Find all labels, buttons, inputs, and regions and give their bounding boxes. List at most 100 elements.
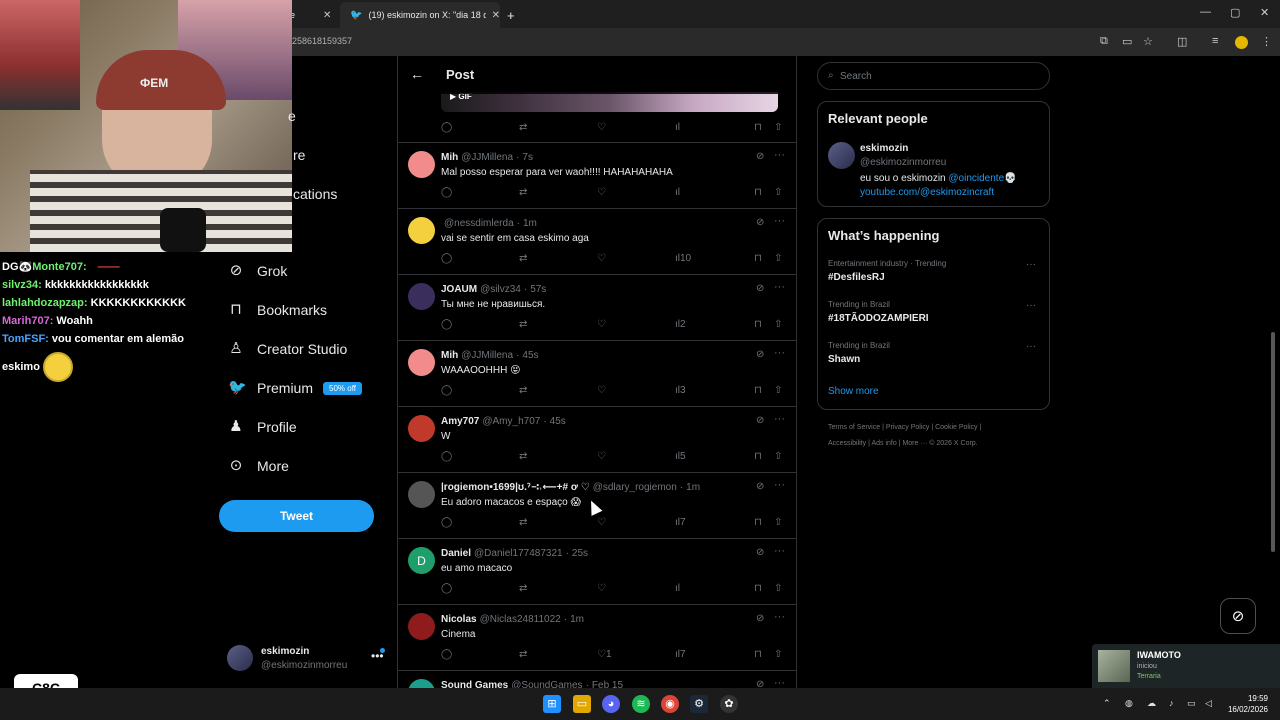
tray-app-icon[interactable]: ◍ xyxy=(1125,698,1133,709)
reply-tweet[interactable]: D Daniel @Daniel177487321 · 25s eu amo macaco… xyxy=(398,539,796,605)
reply-time[interactable]: 45s xyxy=(522,350,538,361)
bio-youtube-link[interactable]: youtube.com/@eskimozincraft xyxy=(860,187,994,198)
reply-handle[interactable]: @SoundGames xyxy=(511,680,582,688)
tray-chevron-icon[interactable]: ⌃ xyxy=(1103,698,1111,709)
footer-links[interactable]: Terms of Service | Privacy Policy | Cook… xyxy=(828,424,981,431)
reply-author[interactable]: |rogiemon•1699|ʊ.ˀ∹˒⟵+# ơ ♡ xyxy=(441,482,590,493)
share-icon[interactable]: ⇧ xyxy=(774,583,782,594)
views-icon[interactable]: ıl 2 xyxy=(675,319,686,330)
more-options-icon[interactable]: ··· xyxy=(774,347,785,359)
retweet-icon[interactable]: ⇄ xyxy=(519,253,527,264)
views-icon[interactable]: ıl 7 xyxy=(675,649,686,660)
reply-icon[interactable]: ◯ xyxy=(441,649,452,660)
reply-tweet[interactable]: JOAUM @silvz34 · 57s Ты мне не нравишься. ⊘ ··… xyxy=(398,275,796,341)
like-icon[interactable]: ♡ xyxy=(597,517,606,528)
like-icon[interactable]: ♡ 1 xyxy=(597,649,612,660)
reply-icon[interactable]: ◯ xyxy=(441,583,452,594)
grok-float-button[interactable]: ⊘ xyxy=(1220,598,1256,634)
app-icon[interactable]: ✿ xyxy=(720,695,738,713)
reply-handle[interactable]: @JJMillena xyxy=(461,350,513,361)
grok-explain-icon[interactable]: ⊘ xyxy=(756,481,764,492)
grok-explain-icon[interactable]: ⊘ xyxy=(756,613,764,624)
like-icon[interactable]: ♡ xyxy=(597,451,606,462)
grok-explain-icon[interactable]: ⊘ xyxy=(756,349,764,360)
nav-item-bookmarks[interactable]: ⊓ Bookmarks xyxy=(228,299,327,321)
reply-handle[interactable]: @nessdimlerda xyxy=(444,218,514,229)
bookmark-icon[interactable]: ⊓ xyxy=(754,319,762,330)
retweet-icon[interactable]: ⇄ xyxy=(519,649,527,660)
volume-icon[interactable]: ◁ xyxy=(1205,698,1212,709)
reply-time[interactable]: 1m xyxy=(686,482,700,493)
search-input[interactable] xyxy=(840,67,1040,85)
microphone-icon[interactable]: ♪ xyxy=(1169,698,1174,708)
person-name[interactable]: eskimozin xyxy=(860,143,908,154)
reply-author[interactable]: Mih xyxy=(441,152,458,163)
retweet-icon[interactable]: ⇄ xyxy=(519,583,527,594)
nav-item-premium[interactable]: 🐦 Premium 50% off xyxy=(228,377,362,399)
like-icon[interactable]: ♡ xyxy=(597,583,606,594)
more-options-icon[interactable]: ··· xyxy=(774,677,785,688)
views-icon[interactable]: ıl 10 xyxy=(675,253,691,264)
account-switcher[interactable]: eskimozin @eskimozinmorreu ••• xyxy=(227,645,387,675)
avatar[interactable] xyxy=(408,613,435,640)
share-icon[interactable]: ⇧ xyxy=(774,517,782,528)
reply-icon[interactable]: ◯ xyxy=(441,187,452,198)
minimize-icon[interactable]: — xyxy=(1200,6,1211,18)
nav-item-home-cut[interactable]: e xyxy=(288,108,296,124)
discord-icon[interactable]: ◕ xyxy=(602,695,620,713)
share-icon[interactable]: ⇧ xyxy=(774,451,782,462)
search-box[interactable]: ⌕ xyxy=(817,62,1050,90)
views-icon[interactable]: ıl xyxy=(675,583,680,594)
reply-icon[interactable]: ◯ xyxy=(441,122,452,133)
like-icon[interactable]: ♡ xyxy=(597,253,606,264)
more-options-icon[interactable]: ··· xyxy=(774,545,785,557)
nav-item-grok[interactable]: ⊘ Grok xyxy=(228,260,288,282)
avatar[interactable] xyxy=(408,481,435,508)
views-icon[interactable]: ıl 5 xyxy=(675,451,686,462)
bookmark-icon[interactable]: ⊓ xyxy=(754,451,762,462)
share-icon[interactable]: ⇧ xyxy=(774,649,782,660)
grok-explain-icon[interactable]: ⊘ xyxy=(756,679,764,688)
reply-author[interactable]: Daniel xyxy=(441,548,471,559)
tweet-button[interactable]: Tweet xyxy=(219,500,374,532)
cast-icon[interactable]: ▭ xyxy=(1122,35,1132,48)
reply-author[interactable]: Nicolas xyxy=(441,614,477,625)
reply-tweet[interactable]: Mih @JJMillena · 45s WAAAOOHHH 😝 ⊘ ··· ◯ ⇄ ♡ ıl 3… xyxy=(398,341,796,407)
retweet-icon[interactable]: ⇄ xyxy=(519,187,527,198)
maximize-icon[interactable]: ▢ xyxy=(1230,6,1240,19)
grok-explain-icon[interactable]: ⊘ xyxy=(756,547,764,558)
reply-tweet[interactable]: @nessdimlerda · 1m vai se sentir em casa es… xyxy=(398,209,796,275)
reply-icon[interactable]: ◯ xyxy=(441,253,452,264)
footer-links[interactable]: Accessibility | Ads info | More ··· © 20… xyxy=(828,440,978,447)
browser-tab[interactable]: e ✕ xyxy=(290,2,331,28)
nav-item-creator-studio[interactable]: ♙ Creator Studio xyxy=(228,338,347,360)
more-options-icon[interactable]: ··· xyxy=(774,611,785,623)
share-icon[interactable]: ⇧ xyxy=(774,122,782,133)
url-text[interactable]: 258618159357 xyxy=(292,36,352,46)
reply-handle[interactable]: @Daniel177487321 xyxy=(474,548,563,559)
retweet-icon[interactable]: ⇄ xyxy=(519,122,527,133)
share-icon[interactable]: ⇧ xyxy=(774,385,782,396)
reply-time[interactable]: 45s xyxy=(550,416,566,427)
reply-handle[interactable]: @Amy_h707 xyxy=(482,416,540,427)
reply-time[interactable]: 1m xyxy=(570,614,584,625)
like-icon[interactable]: ♡ xyxy=(597,187,606,198)
more-options-icon[interactable]: ··· xyxy=(774,479,785,491)
reply-handle[interactable]: @Niclas24811022 xyxy=(480,614,561,625)
reply-icon[interactable]: ◯ xyxy=(441,517,452,528)
reply-time[interactable]: 1m xyxy=(523,218,537,229)
scrollbar-thumb[interactable] xyxy=(1271,332,1275,552)
reply-time[interactable]: 57s xyxy=(530,284,546,295)
bookmark-icon[interactable]: ⊓ xyxy=(754,122,762,133)
back-arrow-icon[interactable]: ← xyxy=(410,66,424,82)
steam-notification[interactable]: IWAMOTO iniciou Terraria xyxy=(1092,644,1280,688)
views-icon[interactable]: ıl xyxy=(675,187,680,198)
retweet-icon[interactable]: ⇄ xyxy=(519,451,527,462)
like-icon[interactable]: ♡ xyxy=(597,319,606,330)
reply-author[interactable]: Mih xyxy=(441,350,458,361)
bookmark-icon[interactable]: ⊓ xyxy=(754,583,762,594)
like-icon[interactable]: ♡ xyxy=(597,122,606,133)
trend-more-icon[interactable]: ··· xyxy=(1026,300,1036,311)
more-options-icon[interactable]: ··· xyxy=(774,215,785,227)
reply-author[interactable]: JOAUM xyxy=(441,284,477,295)
